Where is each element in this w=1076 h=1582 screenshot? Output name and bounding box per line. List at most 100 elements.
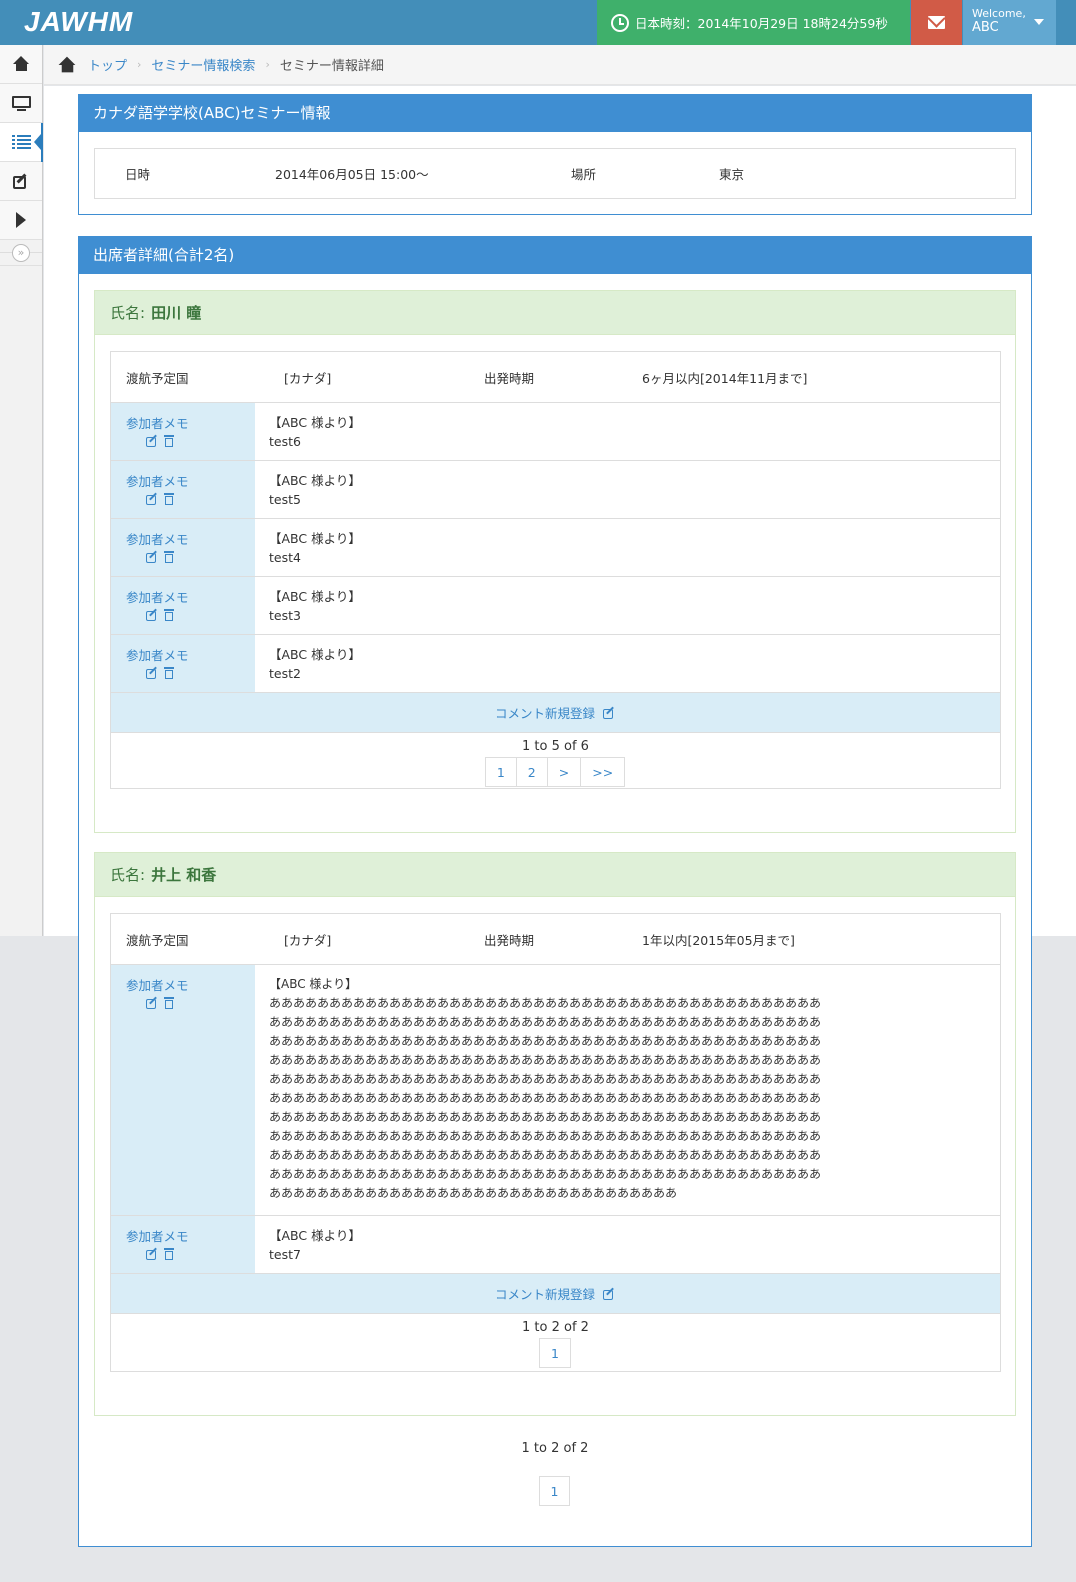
memo-row: 参加者メモ 【ABC 様より】 あああああああああああああああああああああああああ… [111, 965, 1000, 1216]
memo-label: 参加者メモ [126, 474, 189, 489]
edit-icon [13, 174, 29, 189]
edit-memo-icon[interactable] [146, 997, 159, 1009]
attendee-panel: 氏名: 田川 瞳 渡航予定国 [カナダ] 出発時期 6ヶ月以内[2014年11月ま… [94, 290, 1016, 833]
memo-row: 参加者メモ 【ABC 様より】 test3 [111, 577, 1000, 635]
pager-summary: 1 to 5 of 6 [522, 739, 589, 754]
messages-button[interactable] [911, 0, 962, 45]
memo-label: 参加者メモ [126, 532, 189, 547]
travel-info-row: 渡航予定国 [カナダ] 出発時期 6ヶ月以内[2014年11月まで] [111, 352, 1000, 403]
name-prefix: 氏名: [110, 866, 146, 884]
sidebar: » [0, 45, 43, 936]
name-prefix: 氏名: [110, 304, 146, 322]
envelope-icon [928, 16, 945, 29]
memo-body: 【ABC 様より】 test5 [255, 461, 361, 518]
pager: 1 2 > >> [484, 757, 626, 787]
memo-text: test2 [269, 666, 301, 681]
japan-time-clock: 日本時刻：2014年10月29日 18時24分59秒 [597, 0, 910, 45]
pager: 1 [538, 1476, 571, 1506]
add-comment-button[interactable]: コメント新規登録 [111, 693, 1000, 733]
memo-label: 参加者メモ [126, 590, 189, 605]
breadcrumb-separator: › [137, 58, 142, 71]
caret-down-icon [1034, 19, 1044, 25]
delete-memo-icon[interactable] [164, 435, 174, 447]
page-link-2[interactable]: 2 [515, 757, 548, 787]
attendee-detail-table: 渡航予定国 [カナダ] 出発時期 6ヶ月以内[2014年11月まで] 参加者メモ… [110, 351, 1001, 789]
memo-label-cell: 参加者メモ [111, 461, 255, 518]
travel-info-row: 渡航予定国 [カナダ] 出発時期 1年以内[2015年05月まで] [111, 914, 1000, 965]
edit-icon [603, 707, 616, 719]
memo-body: 【ABC 様より】 test6 [255, 403, 361, 460]
delete-memo-icon[interactable] [164, 997, 174, 1009]
add-comment-label: コメント新規登録 [494, 1287, 595, 1302]
edit-memo-icon[interactable] [146, 1248, 159, 1260]
user-menu[interactable]: Welcome, ABC [963, 0, 1056, 45]
page-next-link[interactable]: > [546, 757, 582, 787]
edit-memo-icon[interactable] [146, 667, 159, 679]
delete-memo-icon[interactable] [164, 493, 174, 505]
breadcrumb-top-link[interactable]: トップ [88, 55, 127, 74]
delete-memo-icon[interactable] [164, 609, 174, 621]
home-icon [58, 56, 77, 72]
delete-memo-icon[interactable] [164, 551, 174, 563]
memo-row: 参加者メモ 【ABC 様より】 test2 [111, 635, 1000, 693]
edit-memo-icon[interactable] [146, 551, 159, 563]
seminar-title: カナダ語学学校(ABC)セミナー情報 [79, 95, 1031, 132]
sidebar-item-edit[interactable] [0, 162, 42, 201]
pager: 1 [539, 1338, 571, 1368]
depart-value: 1年以内[2015年05月まで] [642, 932, 795, 948]
memo-row: 参加者メモ 【ABC 様より】 test4 [111, 519, 1000, 577]
seminar-info-box: カナダ語学学校(ABC)セミナー情報 日時 2014年06月05日 15:00～… [78, 94, 1032, 215]
sidebar-collapse-toggle[interactable]: » [0, 240, 42, 266]
memo-text: test5 [269, 492, 301, 507]
memo-from: 【ABC 様より】 [269, 1228, 361, 1243]
memo-body: 【ABC 様より】 test3 [255, 577, 361, 634]
desktop-icon [11, 95, 31, 111]
page-last-link[interactable]: >> [580, 757, 626, 787]
sidebar-item-next[interactable] [0, 201, 42, 240]
edit-icon [603, 1288, 616, 1300]
double-angle-icon: » [12, 243, 30, 262]
page-link-1[interactable]: 1 [538, 1476, 571, 1506]
chevron-right-icon [16, 212, 26, 228]
date-value: 2014年06月05日 15:00～ [275, 167, 429, 182]
attendee-name: 田川 瞳 [151, 304, 202, 322]
attendee-name: 井上 和香 [151, 866, 217, 884]
attendee-name-header: 氏名: 田川 瞳 [95, 291, 1015, 335]
page-link-1[interactable]: 1 [539, 1338, 571, 1368]
memo-row: 参加者メモ 【ABC 様より】 test7 [111, 1216, 1000, 1274]
attendees-title: 出席者詳細(合計2名) [79, 237, 1031, 274]
pagination-area: 1 to 5 of 6 1 2 > >> [111, 733, 1000, 787]
edit-memo-icon[interactable] [146, 435, 159, 447]
edit-memo-icon[interactable] [146, 609, 159, 621]
country-value: [カナダ] [284, 370, 332, 386]
clock-text: 日本時刻：2014年10月29日 18時24分59秒 [635, 16, 888, 31]
edit-memo-icon[interactable] [146, 493, 159, 505]
brand-logo[interactable]: JAWHM [24, 6, 133, 38]
memo-text: ああああああああああああああああああああああああああああああああああああああああ… [269, 996, 822, 1200]
attendee-panel: 氏名: 井上 和香 渡航予定国 [カナダ] 出発時期 1年以内[2015年05月ま… [94, 852, 1016, 1416]
memo-label-cell: 参加者メモ [111, 403, 255, 460]
attendee-detail-table: 渡航予定国 [カナダ] 出発時期 1年以内[2015年05月まで] 参加者メモ … [110, 913, 1001, 1372]
memo-label-cell: 参加者メモ [111, 965, 255, 1215]
attendees-pagination: 1 to 2 of 2 1 [79, 1435, 1031, 1506]
sidebar-item-home[interactable] [0, 45, 42, 84]
list-icon [11, 135, 31, 149]
seminar-info-table: 日時 2014年06月05日 15:00～ 場所 東京 [94, 148, 1016, 199]
add-comment-button[interactable]: コメント新規登録 [111, 1274, 1000, 1314]
pager-summary: 1 to 2 of 2 [522, 1320, 589, 1335]
depart-label: 出発時期 [484, 932, 535, 948]
sidebar-item-desktop[interactable] [0, 84, 42, 123]
pagination-area: 1 to 2 of 2 1 [111, 1314, 1000, 1368]
memo-text: test6 [269, 434, 301, 449]
page-link-1[interactable]: 1 [484, 757, 517, 787]
sidebar-item-list[interactable] [0, 123, 43, 162]
memo-body: 【ABC 様より】 あああああああああああああああああああああああああああああああ… [255, 965, 821, 1215]
breadcrumb-search-link[interactable]: セミナー情報検索 [151, 55, 255, 74]
top-navbar: JAWHM 日本時刻：2014年10月29日 18時24分59秒 Welcome… [0, 0, 1076, 45]
depart-value: 6ヶ月以内[2014年11月まで] [642, 370, 808, 386]
country-label: 渡航予定国 [126, 932, 189, 948]
delete-memo-icon[interactable] [164, 667, 174, 679]
delete-memo-icon[interactable] [164, 1248, 174, 1260]
depart-label: 出発時期 [484, 370, 535, 386]
memo-from: 【ABC 様より】 [269, 589, 361, 604]
